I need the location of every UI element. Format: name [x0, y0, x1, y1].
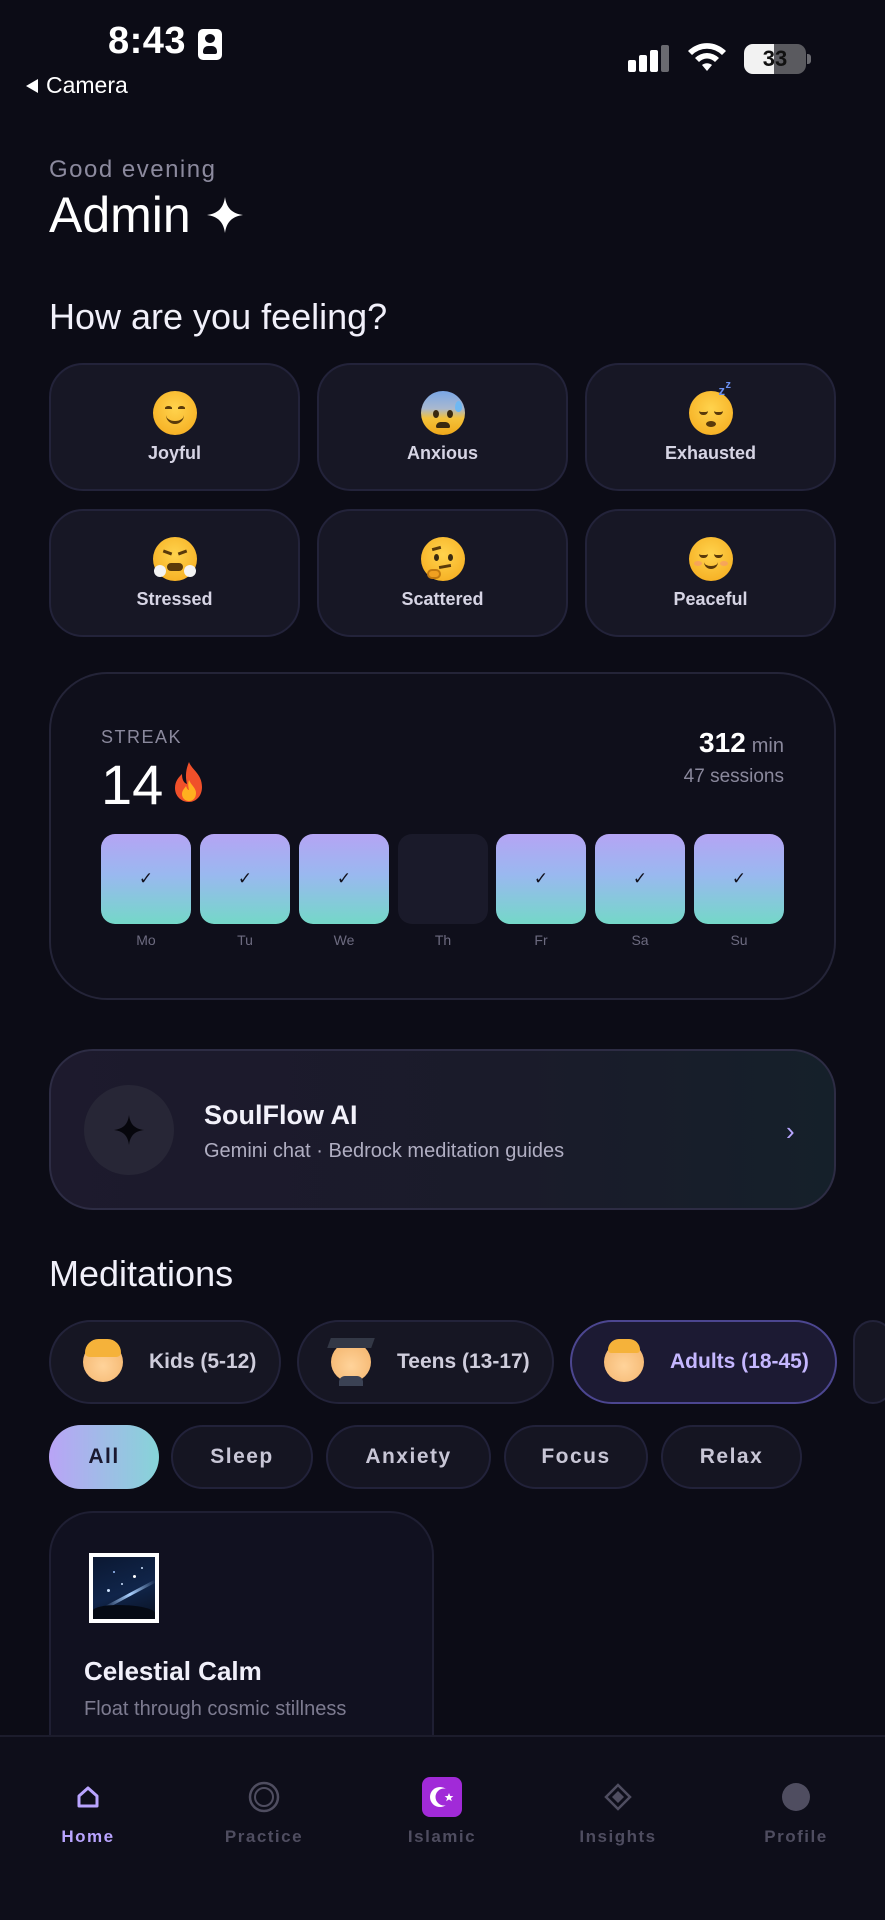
age-chip-teens[interactable]: Teens (13-17): [297, 1320, 554, 1404]
sparkle-icon: [114, 1115, 144, 1145]
circle-icon: [244, 1777, 284, 1817]
smiling-face-icon: [152, 390, 197, 435]
greeting-text: Good evening: [49, 156, 217, 183]
day-tile-su: ✓: [694, 834, 784, 924]
sleeping-face-icon: z z: [688, 379, 733, 435]
day-label: Mo: [136, 932, 156, 948]
anxious-face-icon: [420, 390, 465, 435]
category-pill-all[interactable]: All: [49, 1425, 159, 1489]
day-tile-fr: ✓: [496, 834, 586, 924]
day-label: We: [333, 932, 355, 948]
mood-scattered[interactable]: Scattered: [317, 509, 568, 637]
minutes-value: 312: [699, 727, 746, 758]
crescent-star-icon: [422, 1777, 462, 1817]
user-name-heading: Admin: [49, 186, 245, 244]
day-tile-sa: ✓: [595, 834, 685, 924]
tab-label: Islamic: [407, 1827, 477, 1846]
total-minutes: 312 min: [699, 727, 784, 759]
contact-badge-icon: [198, 29, 222, 60]
ai-card-subtitle: Gemini chat · Bedrock meditation guides: [204, 1140, 565, 1162]
age-chip-label: Kids (5-12): [149, 1350, 257, 1373]
diamond-icon: [598, 1777, 638, 1817]
wifi-icon: [688, 43, 726, 71]
mood-label: Exhausted: [664, 442, 757, 463]
category-pill-focus[interactable]: Focus: [504, 1425, 648, 1489]
day-label: Tu: [237, 932, 253, 948]
starry-sky-icon: [89, 1553, 159, 1623]
category-pill-relax[interactable]: Relax: [661, 1425, 802, 1489]
age-chip-label: Adults (18-45): [670, 1350, 809, 1373]
back-label: Camera: [46, 72, 128, 98]
back-to-camera-button[interactable]: Camera: [26, 72, 128, 99]
status-time: 8:43: [108, 20, 187, 62]
profile-dot-icon: [776, 1777, 816, 1817]
mood-label: Anxious: [406, 442, 478, 463]
day-tile-we: ✓: [299, 834, 389, 924]
user-name: Admin: [49, 187, 191, 243]
day-tile-tu: ✓: [200, 834, 290, 924]
day-label: Fr: [534, 932, 548, 948]
relieved-face-icon: [688, 536, 733, 581]
mood-label: Stressed: [136, 588, 213, 609]
minutes-unit: min: [751, 735, 784, 757]
ai-icon-circle: [84, 1085, 174, 1175]
home-icon: [68, 1777, 108, 1817]
sparkle-icon: [206, 197, 243, 233]
sessions-count: 47 sessions: [683, 766, 784, 787]
student-icon: [327, 1338, 375, 1386]
mood-section-title: How are you feeling?: [49, 296, 388, 337]
meditations-title: Meditations: [49, 1253, 234, 1294]
age-chip-adults[interactable]: Adults (18-45): [570, 1320, 837, 1404]
battery-icon: 33: [744, 44, 806, 74]
mood-label: Scattered: [401, 588, 484, 609]
tab-home[interactable]: Home: [13, 1777, 163, 1847]
streak-count: 14: [101, 753, 164, 816]
day-label: Sa: [631, 932, 649, 948]
day-label: Th: [434, 932, 452, 948]
tab-label: Home: [61, 1827, 115, 1846]
day-label: Su: [730, 932, 748, 948]
streak-label: STREAK: [101, 727, 183, 747]
meditation-title: Celestial Calm: [84, 1656, 262, 1686]
child-face-icon: [83, 1339, 123, 1382]
mood-stressed[interactable]: Stressed: [49, 509, 300, 637]
ai-card-title: SoulFlow AI: [204, 1100, 358, 1130]
steaming-face-icon: [152, 536, 197, 581]
person-face-icon: [604, 1339, 644, 1382]
mood-anxious[interactable]: Anxious: [317, 363, 568, 491]
meditation-subtitle: Float through cosmic stillness: [84, 1698, 347, 1720]
day-tile-th: [398, 834, 488, 924]
mood-peaceful[interactable]: Peaceful: [585, 509, 836, 637]
mood-label: Joyful: [147, 442, 201, 463]
tab-label: Practice: [224, 1827, 304, 1846]
cellular-signal-icon: [628, 45, 669, 72]
tab-islamic[interactable]: Islamic: [367, 1777, 517, 1847]
battery-tip: [807, 54, 811, 64]
chevron-right-icon: ›: [786, 1116, 795, 1146]
category-pill-anxiety[interactable]: Anxiety: [326, 1425, 491, 1489]
tab-profile[interactable]: Profile: [721, 1777, 871, 1847]
category-pill-sleep[interactable]: Sleep: [171, 1425, 313, 1489]
back-triangle-icon: [26, 78, 38, 93]
age-chip-kids[interactable]: Kids (5-12): [49, 1320, 281, 1404]
age-chip-more[interactable]: [853, 1320, 885, 1404]
mood-label: Peaceful: [673, 588, 748, 609]
tab-practice[interactable]: Practice: [189, 1777, 339, 1847]
day-tile-mo: ✓: [101, 834, 191, 924]
tab-insights[interactable]: Insights: [543, 1777, 693, 1847]
mood-exhausted[interactable]: z z Exhausted: [585, 363, 836, 491]
mood-joyful[interactable]: Joyful: [49, 363, 300, 491]
thinking-face-icon: [420, 536, 465, 581]
tab-label: Profile: [764, 1827, 828, 1846]
tab-label: Insights: [579, 1827, 657, 1846]
age-chip-label: Teens (13-17): [397, 1350, 530, 1373]
fire-icon: [175, 762, 202, 802]
